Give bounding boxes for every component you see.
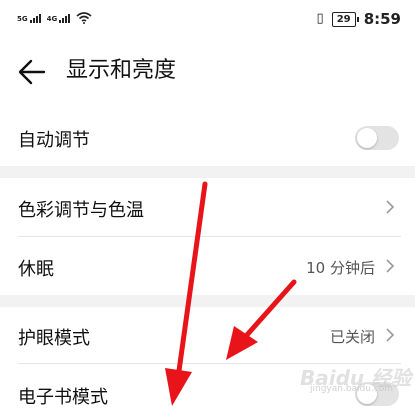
auto-adjust-row[interactable]: 自动调节 (0, 110, 415, 166)
ebook-mode-label: 电子书模式 (18, 387, 108, 408)
baidu-watermark-url: jingyan.baidu.com (310, 384, 394, 394)
chevron-right-icon (386, 200, 395, 214)
sim2-tag: 4G (46, 14, 58, 23)
app-bar: 显示和亮度 (0, 44, 415, 102)
page-title: 显示和亮度 (66, 58, 177, 83)
color-temp-label: 色彩调节与色温 (18, 200, 144, 221)
status-bar: 5G 4G ▯ 29 8:59 (0, 0, 415, 44)
status-right: ▯ 29 8:59 (317, 10, 401, 28)
auto-adjust-toggle[interactable] (355, 126, 399, 150)
sim1-signal-icon: 5G (17, 13, 41, 23)
sim1-tag: 5G (17, 14, 28, 23)
toggle-knob (357, 128, 377, 148)
section-gap (0, 295, 415, 307)
sleep-value: 10 分钟后 (306, 259, 375, 277)
battery-indicator: 29 (331, 11, 359, 27)
eye-comfort-value: 已关闭 (329, 328, 375, 346)
eye-comfort-label: 护眼模式 (18, 328, 90, 349)
vibrate-icon: ▯ (316, 11, 324, 26)
back-arrow-icon[interactable] (18, 58, 46, 86)
chevron-right-icon (386, 259, 395, 273)
color-temp-row[interactable]: 色彩调节与色温 (0, 178, 415, 236)
auto-adjust-label: 自动调节 (18, 130, 90, 151)
signal-indicators: 5G 4G (17, 12, 92, 24)
sleep-row[interactable]: 休眠 10 分钟后 (0, 237, 415, 295)
status-time: 8:59 (363, 10, 401, 28)
section-gap (0, 166, 415, 178)
wifi-icon (76, 12, 92, 24)
eye-comfort-row[interactable]: 护眼模式 已关闭 (0, 307, 415, 363)
sim2-signal-icon: 4G (46, 13, 71, 23)
chevron-right-icon (386, 328, 395, 342)
sleep-label: 休眠 (18, 259, 54, 280)
